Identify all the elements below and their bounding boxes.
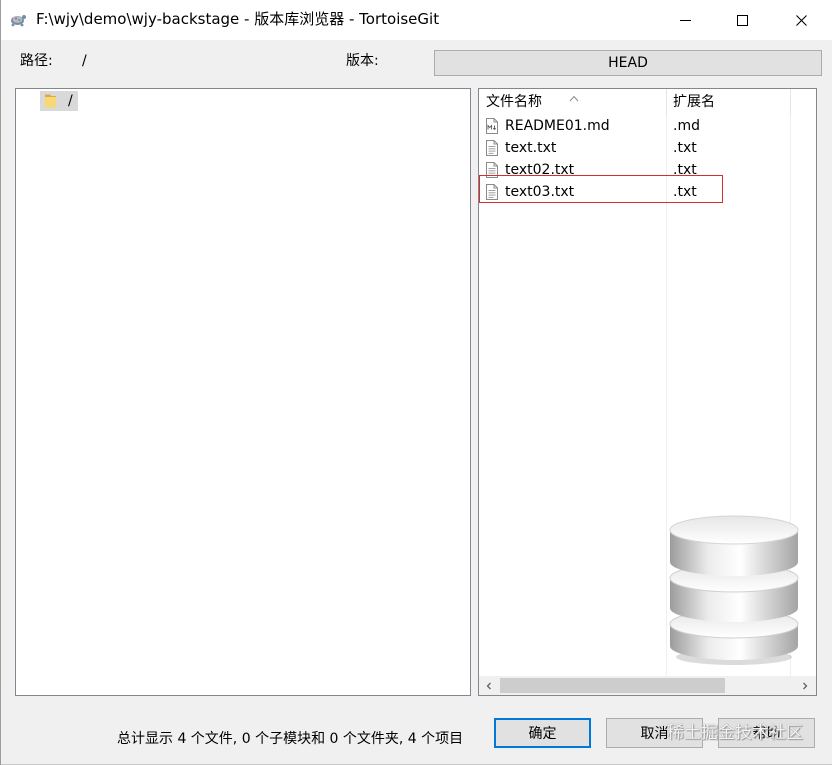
column-header-extension[interactable]: 扩展名	[673, 89, 783, 115]
revision-button[interactable]: HEAD	[434, 50, 822, 76]
annotation-highlight-box	[479, 175, 723, 203]
file-name: README01.md	[505, 118, 610, 134]
maximize-icon	[737, 14, 748, 26]
repository-tree[interactable]: /	[15, 88, 471, 696]
revision-label: 版本:	[346, 53, 379, 69]
file-row[interactable]: README01.md .md	[479, 115, 816, 137]
help-button[interactable]: 帮助	[718, 718, 815, 748]
horizontal-scrollbar[interactable]	[479, 676, 816, 695]
scroll-right-button[interactable]	[795, 676, 815, 695]
file-extension: .md	[673, 118, 700, 134]
tree-item-label: /	[68, 93, 73, 109]
sort-ascending-icon	[569, 90, 579, 102]
maximize-button[interactable]	[714, 0, 771, 40]
file-name: text.txt	[505, 140, 557, 156]
folder-icon	[43, 93, 59, 109]
path-label: 路径:	[20, 53, 53, 69]
tortoisegit-icon[interactable]	[9, 10, 27, 28]
title-bar[interactable]: F:\wjy\demo\wjy-backstage - 版本库浏览器 - Tor…	[0, 0, 832, 40]
window-title: F:\wjy\demo\wjy-backstage - 版本库浏览器 - Tor…	[36, 10, 440, 28]
minimize-button[interactable]	[657, 0, 714, 40]
close-icon	[796, 14, 807, 26]
close-button[interactable]	[771, 0, 832, 40]
chevron-left-icon	[486, 682, 491, 689]
scroll-left-button[interactable]	[479, 676, 499, 695]
chevron-right-icon	[803, 682, 808, 689]
file-row[interactable]: text.txt .txt	[479, 137, 816, 159]
status-summary: 总计显示 4 个文件, 0 个子模块和 0 个文件夹, 4 个项目	[117, 731, 464, 747]
text-file-icon	[486, 140, 498, 156]
column-divider[interactable]	[666, 89, 667, 115]
cancel-button[interactable]: 取消	[606, 718, 703, 748]
ok-button[interactable]: 确定	[494, 718, 591, 748]
list-header: 文件名称 扩展名	[479, 89, 816, 115]
scroll-thumb[interactable]	[500, 678, 725, 693]
minimize-icon	[680, 19, 691, 21]
database-icon	[668, 514, 800, 666]
markdown-file-icon	[486, 118, 498, 134]
tree-item-root[interactable]: /	[40, 91, 78, 111]
file-extension: .txt	[673, 140, 697, 156]
path-value: /	[82, 53, 87, 69]
column-divider[interactable]	[790, 89, 791, 115]
